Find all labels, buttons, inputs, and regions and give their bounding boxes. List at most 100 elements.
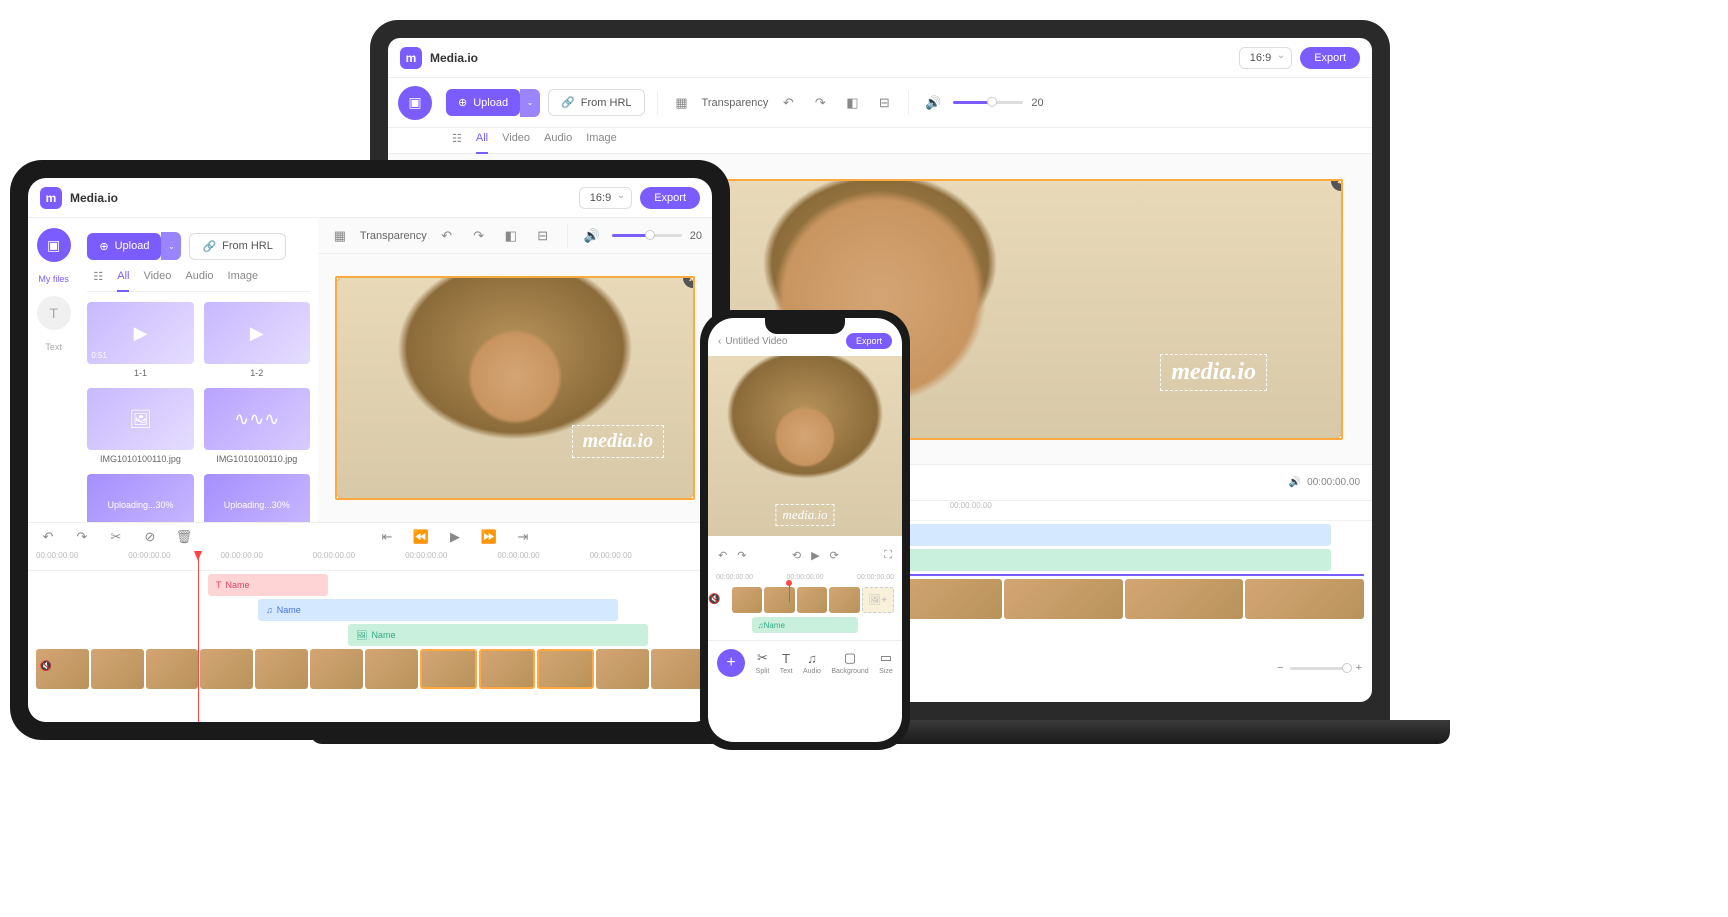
speaker-icon[interactable]: 🔊 bbox=[1289, 477, 1301, 488]
aspect-ratio-select[interactable]: 16:9 bbox=[579, 187, 632, 209]
clip[interactable] bbox=[200, 649, 253, 689]
media-item[interactable]: ∿∿∿IMG1010100110.jpg bbox=[204, 388, 310, 464]
back-button[interactable]: ‹Untitled Video bbox=[718, 336, 787, 347]
media-item[interactable]: 🖼IMG1010100110.jpg bbox=[87, 388, 193, 464]
clip[interactable] bbox=[1004, 579, 1123, 619]
clip[interactable] bbox=[1125, 579, 1244, 619]
undo-icon[interactable]: ↶ bbox=[718, 549, 727, 562]
media-item[interactable]: ▶1-2 bbox=[204, 302, 310, 378]
media-item[interactable]: ▶0:511-1 bbox=[87, 302, 193, 378]
zoom-out-icon[interactable]: − bbox=[1277, 662, 1283, 674]
volume-icon[interactable]: 🔊 bbox=[921, 91, 945, 115]
watermark-overlay[interactable]: media.io bbox=[572, 425, 665, 458]
mute-icon[interactable]: 🔇 bbox=[34, 654, 58, 678]
canvas[interactable]: media.io ✕ bbox=[318, 254, 712, 522]
fast-forward-icon[interactable]: ⏩ bbox=[477, 525, 501, 549]
undo-icon[interactable]: ↶ bbox=[36, 525, 60, 549]
media-item-uploading[interactable]: Uploading...30%IMG1010100110.jpg bbox=[204, 474, 310, 522]
track-audio[interactable]: ♫Name bbox=[258, 599, 618, 621]
clip[interactable] bbox=[732, 587, 762, 613]
my-files-icon[interactable]: ▣ bbox=[37, 228, 71, 262]
tab-image[interactable]: Image bbox=[228, 270, 259, 283]
text-tool[interactable]: TText bbox=[780, 651, 793, 675]
media-item-uploading[interactable]: Uploading...30%IMG1010100110.jpg bbox=[87, 474, 193, 522]
clip[interactable] bbox=[255, 649, 308, 689]
upload-button[interactable]: ⊕Upload bbox=[446, 89, 520, 116]
trash-icon[interactable]: 🗑 bbox=[172, 525, 196, 549]
tab-image[interactable]: Image bbox=[586, 132, 617, 145]
upload-dropdown[interactable]: ⌄ bbox=[161, 232, 181, 260]
skip-start-icon[interactable]: ⇤ bbox=[375, 525, 399, 549]
export-button[interactable]: Export bbox=[640, 187, 700, 209]
playhead[interactable] bbox=[198, 551, 199, 722]
redo-icon[interactable]: ↷ bbox=[467, 224, 491, 248]
video-frame[interactable]: media.io ✕ bbox=[335, 276, 694, 499]
background-tool[interactable]: ▢Background bbox=[831, 650, 868, 675]
redo-icon[interactable]: ↷ bbox=[70, 525, 94, 549]
timeline-ruler[interactable]: 00:00:00.0000:00:00.0000:00:00.0000:00:0… bbox=[28, 551, 712, 571]
clip-track[interactable]: 🖼+ bbox=[732, 587, 894, 613]
playhead[interactable] bbox=[789, 584, 790, 602]
upload-dropdown[interactable]: ⌄ bbox=[520, 89, 540, 117]
volume-slider[interactable] bbox=[612, 234, 682, 237]
clip[interactable] bbox=[146, 649, 199, 689]
clip[interactable] bbox=[797, 587, 827, 613]
redo-icon[interactable]: ↷ bbox=[737, 549, 746, 562]
phone-canvas[interactable]: media.io bbox=[708, 356, 902, 536]
speed-icon[interactable]: ⊘ bbox=[138, 525, 162, 549]
mute-icon[interactable]: 🔇 bbox=[708, 594, 720, 605]
volume-slider[interactable] bbox=[953, 101, 1023, 104]
from-hrl-button[interactable]: 🔗From HRL bbox=[189, 233, 285, 260]
tab-all[interactable]: All bbox=[476, 132, 488, 145]
play-icon[interactable]: ▶ bbox=[811, 549, 819, 562]
clip-selected[interactable] bbox=[537, 649, 594, 689]
clip[interactable] bbox=[1245, 579, 1364, 619]
audio-tool[interactable]: ♫Audio bbox=[803, 651, 821, 675]
track-text[interactable]: TName bbox=[208, 574, 328, 596]
play-icon[interactable]: ▶ bbox=[443, 525, 467, 549]
zoom-in-icon[interactable]: + bbox=[1356, 662, 1362, 674]
aspect-ratio-select[interactable]: 16:9 bbox=[1239, 47, 1292, 69]
text-tool-icon[interactable]: T bbox=[37, 296, 71, 330]
fullscreen-icon[interactable]: ⛶ bbox=[884, 549, 892, 562]
track-image[interactable]: 🖼Name bbox=[348, 624, 648, 646]
volume-icon[interactable]: 🔊 bbox=[580, 224, 604, 248]
tab-audio[interactable]: Audio bbox=[544, 132, 572, 145]
clip-selected[interactable] bbox=[479, 649, 536, 689]
watermark-overlay[interactable]: media.io bbox=[1160, 354, 1267, 391]
flip-v-icon[interactable]: ⊟ bbox=[531, 224, 555, 248]
clip-track[interactable] bbox=[36, 649, 704, 689]
undo-icon[interactable]: ↶ bbox=[435, 224, 459, 248]
add-clip-icon[interactable]: 🖼+ bbox=[862, 587, 894, 613]
redo-icon[interactable]: ↷ bbox=[808, 91, 832, 115]
export-button[interactable]: Export bbox=[1300, 47, 1360, 69]
skip-end-icon[interactable]: ⇥ bbox=[511, 525, 535, 549]
files-icon[interactable]: ▣ bbox=[398, 86, 432, 120]
flip-v-icon[interactable]: ⊟ bbox=[872, 91, 896, 115]
clip[interactable] bbox=[310, 649, 363, 689]
clip[interactable] bbox=[651, 649, 704, 689]
undo-icon[interactable]: ↶ bbox=[776, 91, 800, 115]
flip-h-icon[interactable]: ◧ bbox=[499, 224, 523, 248]
from-hrl-button[interactable]: 🔗From HRL bbox=[548, 89, 644, 116]
split-tool[interactable]: ✂Split bbox=[756, 650, 770, 675]
track-audio[interactable]: ♫Name bbox=[752, 617, 859, 633]
watermark-overlay[interactable]: media.io bbox=[775, 504, 834, 526]
add-button[interactable]: + bbox=[717, 649, 745, 677]
tab-video[interactable]: Video bbox=[143, 270, 171, 283]
export-button[interactable]: Export bbox=[846, 333, 892, 349]
tab-audio[interactable]: Audio bbox=[185, 270, 213, 283]
tab-all[interactable]: All bbox=[117, 270, 129, 283]
forward-icon[interactable]: ⟳ bbox=[830, 549, 839, 562]
clip[interactable] bbox=[91, 649, 144, 689]
cut-icon[interactable]: ✂ bbox=[104, 525, 128, 549]
clip-selected[interactable] bbox=[420, 649, 477, 689]
clip[interactable] bbox=[596, 649, 649, 689]
flip-h-icon[interactable]: ◧ bbox=[840, 91, 864, 115]
size-tool[interactable]: ▭Size bbox=[879, 650, 893, 675]
clip[interactable] bbox=[829, 587, 859, 613]
clip[interactable] bbox=[365, 649, 418, 689]
timeline-ruler[interactable]: 00:00:00.0000:00:00.0000:00:00.00 bbox=[716, 572, 894, 583]
rewind-icon[interactable]: ⟲ bbox=[792, 549, 801, 562]
rewind-icon[interactable]: ⏪ bbox=[409, 525, 433, 549]
